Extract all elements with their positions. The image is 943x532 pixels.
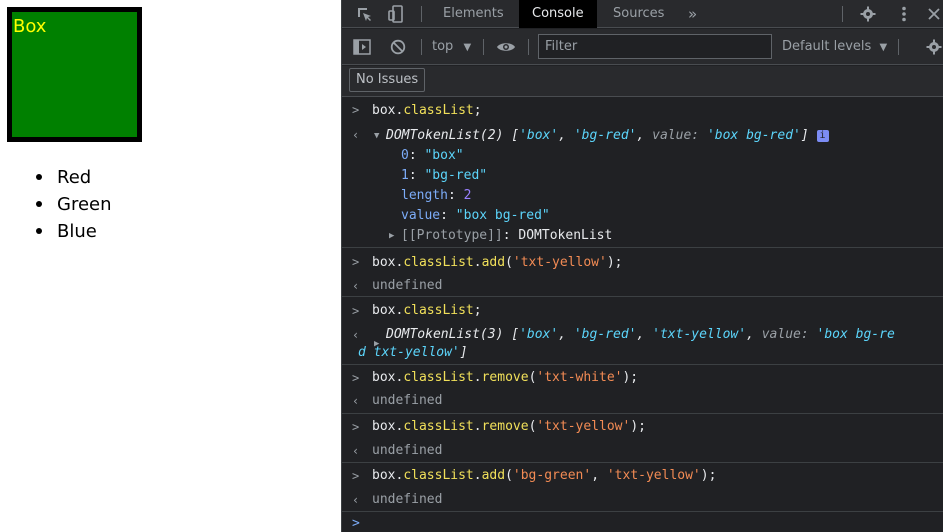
list-item-blue: Blue — [36, 218, 112, 245]
console-result: undefined — [372, 492, 443, 507]
tab-console[interactable]: Console — [519, 0, 597, 28]
input-chevron-icon: > — [352, 255, 360, 269]
clear-console-icon[interactable] — [384, 33, 412, 61]
log-levels-dropdown[interactable]: Default levels ▼ — [782, 29, 887, 65]
console-input[interactable]: box.classList.add('txt-yellow'); — [372, 253, 622, 273]
object-property: length: 2 — [401, 188, 472, 203]
toolbar-divider — [898, 39, 899, 55]
prototype-property[interactable]: [[Prototype]]: DOMTokenList — [401, 226, 612, 246]
console-entry: > box.classList.remove('txt-white'); ‹ u… — [342, 366, 943, 414]
console-input[interactable]: box.classList.add('bg-green', 'txt-yello… — [372, 466, 716, 486]
object-property: 0: "box" — [401, 148, 464, 163]
dropdown-arrow-icon: ▼ — [879, 42, 888, 53]
output-arrow-icon: ‹ — [352, 279, 360, 293]
no-issues-button[interactable]: No Issues — [349, 68, 426, 92]
output-arrow-icon: ‹ — [352, 493, 360, 507]
context-label: top — [432, 39, 454, 54]
console-output: > box.classList; ‹ ▼ DOMTokenList(2) ['b… — [342, 98, 943, 532]
toolbar-divider — [421, 39, 422, 55]
devtools-tabbar: Elements Console Sources » — [342, 0, 943, 28]
console-output-object[interactable]: DOMTokenList(2) ['box', 'bg-red', value:… — [386, 126, 829, 146]
issues-bar: No Issues — [342, 66, 943, 97]
color-list: Red Green Blue — [36, 164, 112, 245]
input-chevron-icon: > — [352, 420, 360, 434]
console-input[interactable]: box.classList.remove('txt-yellow'); — [372, 417, 646, 437]
info-icon[interactable]: i — [816, 130, 829, 142]
input-chevron-icon: > — [352, 304, 360, 318]
console-toolbar: top ▼ Filter Default levels ▼ — [342, 29, 943, 65]
gear-icon[interactable] — [854, 0, 882, 28]
context-selector[interactable]: top ▼ — [432, 29, 471, 65]
console-prompt-icon: > — [352, 516, 360, 531]
input-chevron-icon: > — [352, 103, 360, 117]
device-toggle-icon[interactable] — [382, 0, 410, 28]
console-prompt-input[interactable] — [372, 514, 932, 532]
console-output-wrap: d txt-yellow'] — [358, 345, 468, 360]
toolbar-divider — [528, 39, 529, 55]
log-levels-label: Default levels — [782, 39, 872, 54]
more-vert-icon[interactable] — [890, 0, 918, 28]
tab-sources[interactable]: Sources — [600, 0, 677, 28]
console-entry: > box.classList; ‹ ▶ DOMTokenList(3) ['b… — [342, 298, 943, 365]
output-arrow-icon: ‹ — [352, 394, 360, 408]
inspect-icon[interactable] — [350, 0, 378, 28]
expand-triangle-icon[interactable]: ▼ — [374, 126, 386, 146]
toolbar-divider — [483, 39, 484, 55]
console-entry: > box.classList.add('txt-yellow'); ‹ und… — [342, 249, 943, 297]
toolbar-divider — [421, 6, 422, 22]
output-arrow-icon: ‹ — [352, 128, 360, 142]
console-input[interactable]: box.classList.remove('txt-white'); — [372, 368, 638, 388]
tab-elements[interactable]: Elements — [430, 0, 517, 28]
output-arrow-icon: ‹ — [352, 444, 360, 458]
input-chevron-icon: > — [352, 371, 360, 385]
list-item-green: Green — [36, 191, 112, 218]
expand-triangle-icon[interactable]: ▶ — [389, 226, 401, 246]
devtools-panel: Elements Console Sources » top ▼ Filter … — [341, 0, 943, 532]
sidebar-toggle-icon[interactable] — [348, 33, 376, 61]
settings-icon[interactable] — [920, 33, 943, 61]
close-icon[interactable] — [920, 0, 943, 28]
console-input[interactable]: box.classList; — [372, 101, 482, 121]
toolbar-divider — [842, 6, 843, 22]
filter-input[interactable]: Filter — [538, 34, 772, 59]
object-property: 1: "bg-red" — [401, 168, 488, 183]
input-chevron-icon: > — [352, 469, 360, 483]
console-entry: > box.classList.add('bg-green', 'txt-yel… — [342, 464, 943, 512]
dropdown-arrow-icon: ▼ — [463, 42, 472, 53]
console-result: undefined — [372, 443, 443, 458]
more-tabs-button[interactable]: » — [675, 0, 710, 28]
console-result: undefined — [372, 278, 443, 293]
eye-icon[interactable] — [492, 33, 520, 61]
console-entry: > box.classList.remove('txt-yellow'); ‹ … — [342, 415, 943, 463]
green-box: Box — [7, 7, 142, 142]
rendered-page: Box Red Green Blue — [0, 0, 341, 532]
console-entry: > box.classList; ‹ ▼ DOMTokenList(2) ['b… — [342, 98, 943, 248]
console-output-object[interactable]: DOMTokenList(3) ['box', 'bg-red', 'txt-y… — [386, 325, 895, 345]
output-arrow-icon: ‹ — [352, 328, 360, 342]
console-result: undefined — [372, 393, 443, 408]
console-input[interactable]: box.classList; — [372, 301, 482, 321]
object-property: value: "box bg-red" — [401, 208, 550, 223]
list-item-red: Red — [36, 164, 112, 191]
box-label: Box — [13, 16, 47, 37]
